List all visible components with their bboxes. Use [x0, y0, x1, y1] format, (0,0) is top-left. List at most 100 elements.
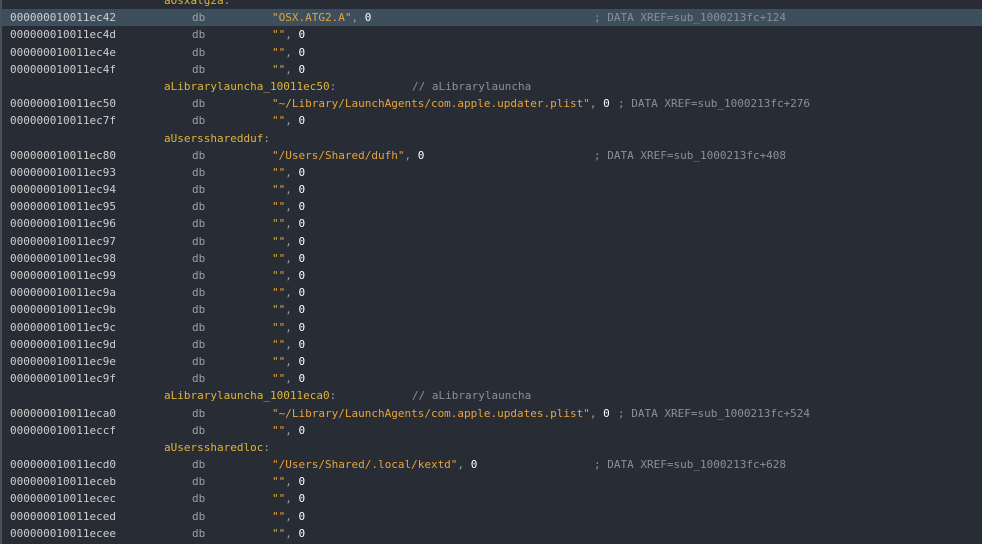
- operand[interactable]: "", 0: [272, 250, 305, 267]
- label-line[interactable]: aUserssharedloc:: [2, 439, 982, 456]
- symbol-label[interactable]: aOsxatg2a:: [164, 0, 230, 9]
- symbol-label[interactable]: aLibrarylauncha_10011eca0:: [164, 387, 336, 404]
- operand[interactable]: "", 0: [272, 422, 305, 439]
- address[interactable]: 000000010011ec9a: [10, 284, 116, 301]
- data-line[interactable]: 000000010011eca0 db "~/Library/LaunchAgent…: [2, 405, 982, 422]
- operand[interactable]: "", 0: [272, 215, 305, 232]
- data-line[interactable]: 000000010011ec50 db "~/Library/LaunchAgent…: [2, 95, 982, 112]
- address[interactable]: 000000010011ec9f: [10, 370, 116, 387]
- address[interactable]: 000000010011ec9d: [10, 336, 116, 353]
- label-line[interactable]: aOsxatg2a:: [2, 0, 982, 9]
- operand[interactable]: "", 0: [272, 112, 305, 129]
- xref-comment[interactable]: ; DATA XREF=sub_1000213fc+124: [594, 9, 786, 26]
- operand[interactable]: "", 0: [272, 336, 305, 353]
- operand[interactable]: "", 0: [272, 353, 305, 370]
- data-line[interactable]: 000000010011ec95 db "", 0: [2, 198, 982, 215]
- data-line[interactable]: 000000010011ec99 db "", 0: [2, 267, 982, 284]
- data-line[interactable]: 000000010011ecee db "", 0: [2, 525, 982, 542]
- data-line[interactable]: 000000010011ecd0 db "/Users/Shared/.local/…: [2, 456, 982, 473]
- data-line[interactable]: 000000010011ec96 db "", 0: [2, 215, 982, 232]
- operand[interactable]: "", 0: [272, 26, 305, 43]
- xref-comment[interactable]: ; DATA XREF=sub_1000213fc+524: [618, 405, 810, 422]
- address[interactable]: 000000010011ecd0: [10, 456, 116, 473]
- operand[interactable]: "OSX.ATG2.A", 0: [272, 9, 371, 26]
- operand[interactable]: "", 0: [272, 508, 305, 525]
- operand[interactable]: "", 0: [272, 525, 305, 542]
- data-line[interactable]: 000000010011ec98 db "", 0: [2, 250, 982, 267]
- data-line[interactable]: 000000010011ec4e db "", 0: [2, 44, 982, 61]
- address[interactable]: 000000010011ec4e: [10, 44, 116, 61]
- address[interactable]: 000000010011ec50: [10, 95, 116, 112]
- data-line[interactable]: 000000010011ec80 db "/Users/Shared/dufh", …: [2, 147, 982, 164]
- data-line[interactable]: 000000010011eceb db "", 0: [2, 473, 982, 490]
- data-line[interactable]: 000000010011ec7f db "", 0: [2, 112, 982, 129]
- address[interactable]: 000000010011eccf: [10, 422, 116, 439]
- data-line[interactable]: 000000010011ec9d db "", 0: [2, 336, 982, 353]
- address[interactable]: 000000010011ec9b: [10, 301, 116, 318]
- operand[interactable]: "", 0: [272, 44, 305, 61]
- address[interactable]: 000000010011ec95: [10, 198, 116, 215]
- address[interactable]: 000000010011ec94: [10, 181, 116, 198]
- operand[interactable]: "", 0: [272, 164, 305, 181]
- data-line[interactable]: 000000010011eced db "", 0: [2, 508, 982, 525]
- address[interactable]: 000000010011ec4f: [10, 61, 116, 78]
- address[interactable]: 000000010011ec98: [10, 250, 116, 267]
- symbol-label[interactable]: aUserssharedduf:: [164, 130, 270, 147]
- operand[interactable]: "", 0: [272, 319, 305, 336]
- address[interactable]: 000000010011ec9c: [10, 319, 116, 336]
- address[interactable]: 000000010011ecee: [10, 525, 116, 542]
- disassembly-listing[interactable]: aOsxatg2a: 000000010011ec42 db "OSX.ATG2.A"…: [0, 0, 982, 544]
- address[interactable]: 000000010011ec42: [10, 9, 116, 26]
- operand[interactable]: "", 0: [272, 181, 305, 198]
- address[interactable]: 000000010011ec96: [10, 215, 116, 232]
- operand[interactable]: "", 0: [272, 284, 305, 301]
- data-line[interactable]: 000000010011eccf db "", 0: [2, 422, 982, 439]
- data-line[interactable]: 000000010011ec42 db "OSX.ATG2.A", 0 ; DATA …: [2, 9, 982, 27]
- operand[interactable]: "", 0: [272, 301, 305, 318]
- address[interactable]: 000000010011ec4d: [10, 26, 116, 43]
- symbol-label[interactable]: aUserssharedloc:: [164, 439, 270, 456]
- operand[interactable]: "", 0: [272, 61, 305, 78]
- address[interactable]: 000000010011ec9e: [10, 353, 116, 370]
- operand[interactable]: "", 0: [272, 490, 305, 507]
- xref-comment[interactable]: ; DATA XREF=sub_1000213fc+408: [594, 147, 786, 164]
- data-line[interactable]: 000000010011ec9b db "", 0: [2, 301, 982, 318]
- label-line[interactable]: aLibrarylauncha_10011eca0: // aLibrarylau…: [2, 387, 982, 404]
- address[interactable]: 000000010011eceb: [10, 473, 116, 490]
- data-line[interactable]: 000000010011ec9c db "", 0: [2, 319, 982, 336]
- data-line[interactable]: 000000010011ec97 db "", 0: [2, 233, 982, 250]
- data-line[interactable]: 000000010011ec4d db "", 0: [2, 26, 982, 43]
- label-line[interactable]: aUserssharedduf:: [2, 130, 982, 147]
- operand[interactable]: "~/Library/LaunchAgents/com.apple.update…: [272, 405, 610, 422]
- operand[interactable]: "", 0: [272, 198, 305, 215]
- address[interactable]: 000000010011ec7f: [10, 112, 116, 129]
- operand[interactable]: "/Users/Shared/dufh", 0: [272, 147, 424, 164]
- symbol-label[interactable]: aLibrarylauncha_10011ec50:: [164, 78, 336, 95]
- address[interactable]: 000000010011ec93: [10, 164, 116, 181]
- operand[interactable]: "", 0: [272, 233, 305, 250]
- xref-comment[interactable]: ; DATA XREF=sub_1000213fc+276: [618, 95, 810, 112]
- operand[interactable]: "/Users/Shared/.local/kextd", 0: [272, 456, 477, 473]
- label-line[interactable]: aLibrarylauncha_10011ec50: // aLibrarylau…: [2, 78, 982, 95]
- operand[interactable]: "~/Library/LaunchAgents/com.apple.update…: [272, 95, 610, 112]
- operand[interactable]: "", 0: [272, 370, 305, 387]
- operand[interactable]: "", 0: [272, 473, 305, 490]
- address[interactable]: 000000010011ec80: [10, 147, 116, 164]
- address[interactable]: 000000010011eced: [10, 508, 116, 525]
- address[interactable]: 000000010011ec99: [10, 267, 116, 284]
- data-line[interactable]: 000000010011ec9a db "", 0: [2, 284, 982, 301]
- data-line[interactable]: 000000010011ec9f db "", 0: [2, 370, 982, 387]
- string-literal: "": [272, 303, 286, 317]
- terminator-value: 0: [298, 526, 306, 540]
- operand[interactable]: "", 0: [272, 267, 305, 284]
- data-line[interactable]: 000000010011ec93 db "", 0: [2, 164, 982, 181]
- data-line[interactable]: 000000010011ecec db "", 0: [2, 490, 982, 507]
- data-line[interactable]: 000000010011ec94 db "", 0: [2, 181, 982, 198]
- address[interactable]: 000000010011ec97: [10, 233, 116, 250]
- data-line[interactable]: 000000010011ec4f db "", 0: [2, 61, 982, 78]
- data-line[interactable]: 000000010011ec9e db "", 0: [2, 353, 982, 370]
- address[interactable]: 000000010011eca0: [10, 405, 116, 422]
- string-literal: "": [272, 269, 286, 282]
- address[interactable]: 000000010011ecec: [10, 490, 116, 507]
- xref-comment[interactable]: ; DATA XREF=sub_1000213fc+628: [594, 456, 786, 473]
